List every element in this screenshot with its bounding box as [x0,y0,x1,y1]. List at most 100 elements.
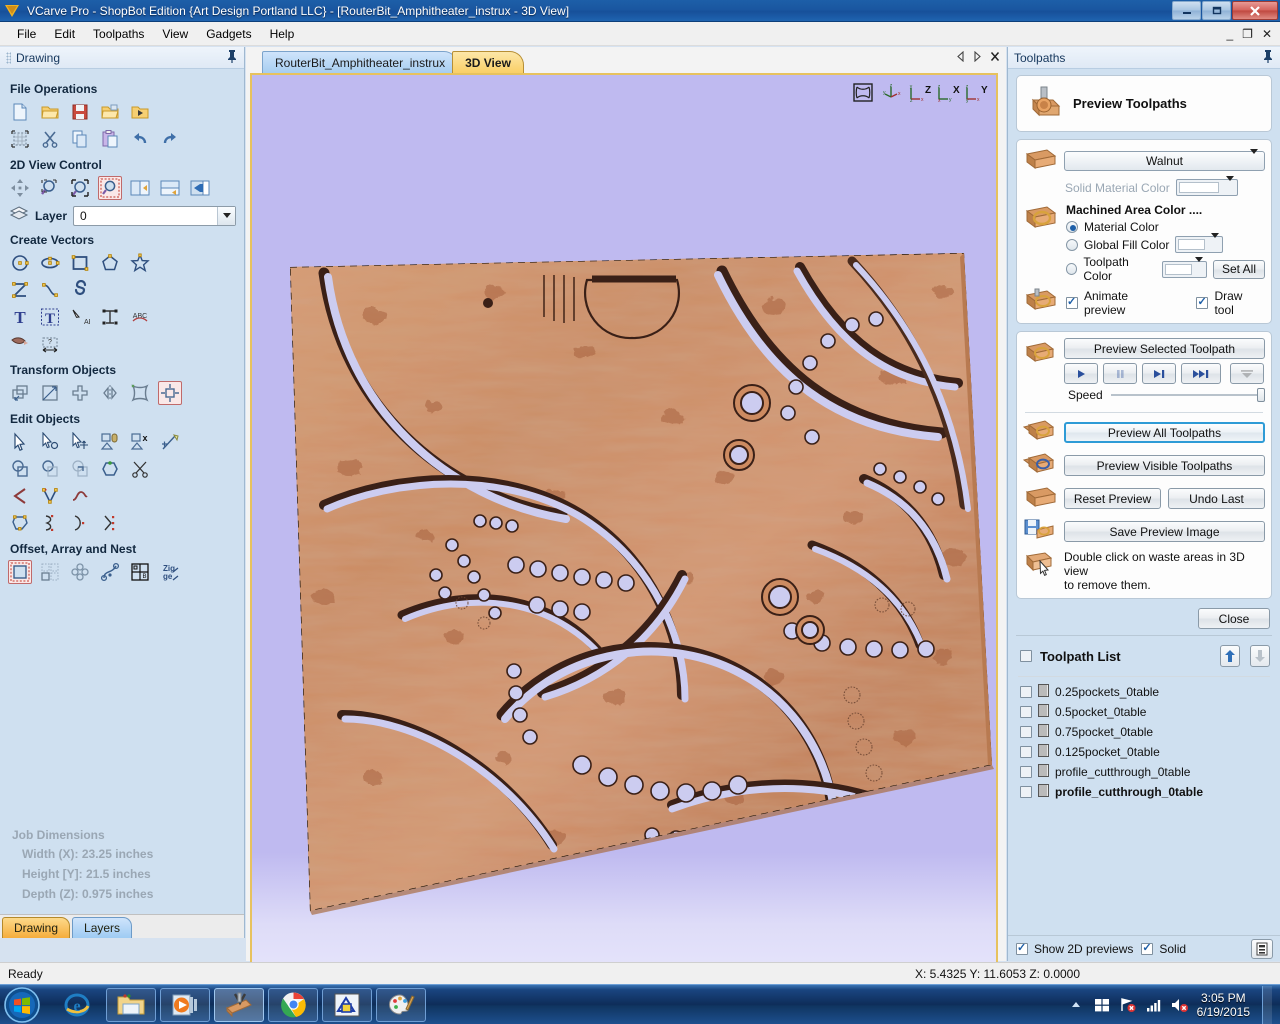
media-player-icon[interactable] [160,987,210,1022]
windows-start-icon[interactable] [2,986,42,1024]
subtract-icon[interactable] [38,457,62,481]
show-desktop-button[interactable] [1262,986,1272,1024]
window-minimize-button[interactable] [1172,1,1201,20]
trace-bitmap-icon[interactable] [8,332,32,356]
open-folder-icon[interactable] [38,100,62,124]
curve-fit-icon[interactable] [68,511,92,535]
menu-file[interactable]: File [8,24,45,44]
intersect-icon[interactable] [68,457,92,481]
zoom-extents-icon[interactable] [68,176,92,200]
closed-vector-icon[interactable] [8,511,32,535]
align-icon[interactable] [158,381,182,405]
circular-array-icon[interactable] [68,560,92,584]
delete-object-icon[interactable]: x [128,430,152,454]
join-vectors-icon[interactable] [98,457,122,481]
menu-help[interactable]: Help [261,24,304,44]
preview-visible-toolpaths-button[interactable]: Preview Visible Toolpaths [1064,455,1265,476]
close-button[interactable]: Close [1198,608,1270,629]
toolpath-checkbox[interactable] [1020,686,1032,698]
text-tool-icon[interactable]: T [8,305,32,329]
layer-combobox[interactable]: 0 [73,205,236,226]
rotate-icon[interactable] [68,381,92,405]
toolpath-checkbox[interactable] [1020,706,1032,718]
toolpath-checkbox[interactable] [1020,766,1032,778]
trim-icon[interactable] [158,430,182,454]
mirror-icon[interactable] [98,381,122,405]
radio-toolpath-color[interactable]: Toolpath Color Set All [1066,255,1265,283]
internet-explorer-icon[interactable]: e [52,988,102,1022]
global-fill-color-picker[interactable] [1175,232,1224,253]
clock[interactable]: 3:05 PM 6/19/2015 [1197,991,1250,1019]
chevron-up-icon[interactable] [1067,996,1085,1014]
text-box-icon[interactable]: T [38,305,62,329]
pause-button[interactable] [1103,363,1137,384]
nest-icon[interactable]: Zig ge [158,560,182,584]
node-split-icon[interactable] [98,511,122,535]
finish-preview-button[interactable] [1230,363,1264,384]
cut-icon[interactable] [38,127,62,151]
toolpath-summary-icon[interactable] [1251,938,1273,959]
document-tab-drawing[interactable]: RouterBit_Amphitheater_instrux [262,51,459,73]
rectangle-icon[interactable] [68,251,92,275]
save-preview-image-button[interactable]: Save Preview Image [1064,521,1265,542]
redo-icon[interactable] [158,127,182,151]
prev-tab-icon[interactable] [956,50,965,65]
toolpath-list-item[interactable]: 0.75pocket_0table [1016,722,1272,742]
speed-slider[interactable] [1110,388,1265,402]
vcarve-pro-icon[interactable] [214,987,264,1022]
dimension-icon[interactable]: ? [38,332,62,356]
window-maximize-button[interactable] [1202,1,1231,20]
close-tab-icon[interactable] [990,51,1000,65]
save-icon[interactable] [68,100,92,124]
sidebar-tab-layers[interactable]: Layers [72,917,133,938]
undo-icon[interactable] [128,127,152,151]
undo-last-button[interactable]: Undo Last [1168,488,1265,509]
move-nodes-icon[interactable] [68,430,92,454]
text-on-curve-icon[interactable]: AB [68,305,92,329]
fillet-icon[interactable] [8,484,32,508]
pan-icon[interactable] [8,176,32,200]
design-app-icon[interactable] [322,987,372,1022]
signal-icon[interactable] [1145,996,1163,1014]
toolpath-list-master-checkbox[interactable] [1020,650,1032,662]
mdi-restore-button[interactable]: ❐ [1242,28,1253,40]
menu-gadgets[interactable]: Gadgets [197,24,260,44]
circle-icon[interactable] [8,251,32,275]
fast-forward-button[interactable] [1181,363,1221,384]
sidebar-tab-drawing[interactable]: Drawing [2,917,71,938]
spiral-icon[interactable] [68,278,92,302]
step-button[interactable] [1142,363,1176,384]
preview-selected-toolpath-button[interactable]: Preview Selected Toolpath [1064,338,1265,359]
animate-preview-checkbox[interactable]: Animate preview [1066,289,1172,317]
move-icon[interactable] [8,381,32,405]
viewport-3d[interactable]: z y x y x z Z z y x X z x y Y [250,73,998,981]
pin-icon[interactable] [1262,49,1274,66]
copy-icon[interactable] [68,127,92,151]
next-tab-icon[interactable] [973,50,982,65]
star-icon[interactable] [128,251,152,275]
arc-text-icon[interactable]: ABC [128,305,152,329]
job-setup-icon[interactable] [8,127,32,151]
node-edit-icon[interactable] [38,430,62,454]
node-tools-icon[interactable] [38,484,62,508]
draw-tool-checkbox[interactable]: Draw tool [1196,289,1265,317]
scissors-icon[interactable] [128,457,152,481]
network-error-icon[interactable] [1119,996,1137,1014]
toggle-right-pane-icon[interactable] [188,176,212,200]
reset-preview-button[interactable]: Reset Preview [1064,488,1161,509]
distort-icon[interactable] [128,381,152,405]
toolpath-list-item[interactable]: profile_cutthrough_0table [1016,762,1272,782]
toolpath-list-item[interactable]: profile_cutthrough_0table [1016,782,1272,802]
show-2d-previews-checkbox[interactable]: Show 2D previews [1016,941,1133,956]
arrow-up-icon[interactable] [1220,645,1240,667]
menu-edit[interactable]: Edit [45,24,84,44]
radio-material-color[interactable]: Material Color [1066,220,1265,234]
slider-knob[interactable] [1257,388,1265,402]
copy-along-curve-icon[interactable] [98,560,122,584]
menu-view[interactable]: View [153,24,197,44]
toolpath-checkbox[interactable] [1020,726,1032,738]
solid-material-color-picker[interactable] [1175,175,1238,196]
paste-icon[interactable] [98,127,122,151]
set-all-button[interactable]: Set All [1213,259,1265,279]
smooth-curve-icon[interactable] [68,484,92,508]
